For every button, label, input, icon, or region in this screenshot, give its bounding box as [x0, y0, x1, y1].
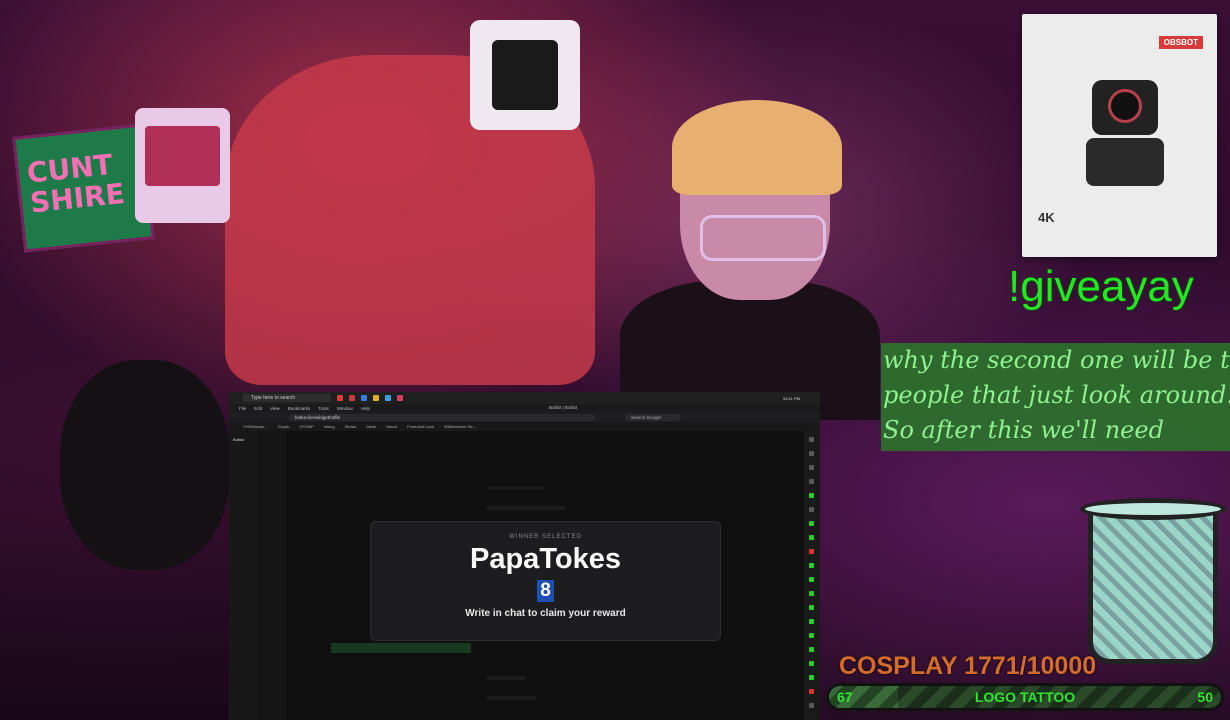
screen-capture: Type here to search 10:41 PM File Edit V… — [229, 392, 820, 720]
menu-tools[interactable]: Tools — [318, 406, 329, 411]
panel-icon[interactable] — [809, 465, 814, 470]
browser-right-panel — [804, 431, 820, 720]
panel-icon[interactable] — [809, 605, 814, 610]
retro-tv — [135, 108, 230, 223]
bookmark-item[interactable]: GPUMP — [299, 424, 314, 429]
panel-icon[interactable] — [809, 619, 814, 624]
bookmark-item[interactable]: Island — [386, 424, 397, 429]
wall-poster: CUNT SHIRE — [12, 123, 155, 253]
giveaway-product-box: OBSBOT 4K — [1022, 14, 1217, 257]
taskbar-clock: 10:41 PM — [782, 395, 800, 401]
panel-icon[interactable] — [809, 535, 814, 540]
product-spec: 4K — [1038, 210, 1055, 225]
caption-line: people that just look around. — [883, 381, 1230, 409]
giveaway-command: !giveayay — [1008, 262, 1194, 311]
search-field[interactable]: Search Google — [625, 413, 681, 421]
streamer-hair — [672, 100, 842, 195]
panel-icon[interactable] — [809, 549, 814, 554]
menu-help[interactable]: Help — [361, 406, 370, 411]
panel-icon[interactable] — [809, 493, 814, 498]
goal-label: LOGO TATTOO — [974, 689, 1076, 705]
product-brand: OBSBOT — [1158, 36, 1203, 49]
panel-icon[interactable] — [809, 563, 814, 568]
sidebar-tab-botlist[interactable]: Botlist — [233, 437, 244, 442]
browser-sidebar: Botlist — [229, 431, 257, 720]
panel-icon[interactable] — [809, 437, 814, 442]
menu-edit[interactable]: Edit — [254, 406, 262, 411]
menu-view[interactable]: View — [270, 406, 280, 411]
winner-card: WINNER SELECTED PapaTokes 8 Write in cha… — [370, 521, 721, 641]
winner-label: WINNER SELECTED — [509, 534, 582, 540]
app-icon[interactable] — [361, 395, 367, 401]
panel-icon[interactable] — [809, 479, 814, 484]
live-captions: why the second one will be the people th… — [881, 343, 1230, 451]
menu-window[interactable]: Window — [337, 406, 353, 411]
glasses — [700, 215, 826, 261]
bookmark-item[interactable]: Fearuded book — [407, 424, 434, 429]
winner-instruction: Write in chat to claim your reward — [465, 608, 626, 619]
panel-icon[interactable] — [809, 633, 814, 638]
taskbar-search[interactable]: Type here to search — [243, 394, 331, 402]
caption-line: why the second one will be the — [883, 346, 1230, 374]
winner-name: PapaTokes — [470, 543, 621, 575]
bookmarks-bar: VHRitlander... Gxpak GPUMP Inking Strean… — [229, 422, 820, 431]
webcam-icon — [1086, 80, 1164, 190]
list-row — [486, 676, 526, 680]
panel-icon[interactable] — [809, 521, 814, 526]
bookmark-item[interactable]: Gxpak — [278, 424, 290, 429]
bookmark-item[interactable]: VHRitlander... — [243, 424, 268, 429]
windows-taskbar: Type here to search 10:41 PM — [229, 392, 820, 404]
hanging-bag — [470, 20, 580, 130]
goal-right-value: 50 — [1197, 689, 1213, 705]
caption-line: So after this we'll need — [883, 416, 1164, 444]
goal-title: COSPLAY 1771/10000 — [839, 652, 1097, 680]
panel-icon[interactable] — [809, 689, 814, 694]
address-bar: botlist.live/widget/raffle Search Google — [229, 412, 820, 422]
bookmark-item[interactable]: Ideae — [366, 424, 376, 429]
bookmark-item[interactable]: Strean — [345, 424, 357, 429]
faded-green-bar — [331, 643, 471, 653]
panel-icon[interactable] — [809, 591, 814, 596]
panel-icon[interactable] — [809, 647, 814, 652]
folder-icon[interactable] — [373, 395, 379, 401]
browser-icon[interactable] — [337, 395, 343, 401]
panel-icon[interactable] — [809, 451, 814, 456]
tab-panel — [257, 431, 286, 720]
browser-menubar: File Edit View Bookmarks Tools Window He… — [229, 404, 820, 412]
panel-icon[interactable] — [809, 661, 814, 666]
list-row — [486, 506, 566, 510]
bookmark-item[interactable]: Willowenium Ne... — [444, 424, 476, 429]
window-title: Botlist | Botlist — [549, 405, 578, 410]
menu-file[interactable]: File — [239, 406, 246, 411]
plush-toy — [60, 360, 230, 570]
menu-bookmarks[interactable]: Bookmarks — [288, 406, 311, 411]
url-field[interactable]: botlist.live/widget/raffle — [289, 413, 595, 421]
app-icon-3[interactable] — [397, 395, 403, 401]
list-row — [486, 696, 536, 700]
bookmark-item[interactable]: Inking — [324, 424, 335, 429]
winner-countdown: 8 — [537, 580, 554, 602]
opera-icon[interactable] — [349, 395, 355, 401]
panel-icon[interactable] — [809, 577, 814, 582]
panel-icon[interactable] — [809, 703, 814, 708]
app-icon-2[interactable] — [385, 395, 391, 401]
goal-progress-bar: 67 LOGO TATTOO 50 — [826, 683, 1224, 711]
tip-jar-icon — [1080, 498, 1226, 670]
list-row — [486, 486, 546, 490]
panel-icon[interactable] — [809, 507, 814, 512]
panel-icon[interactable] — [809, 675, 814, 680]
